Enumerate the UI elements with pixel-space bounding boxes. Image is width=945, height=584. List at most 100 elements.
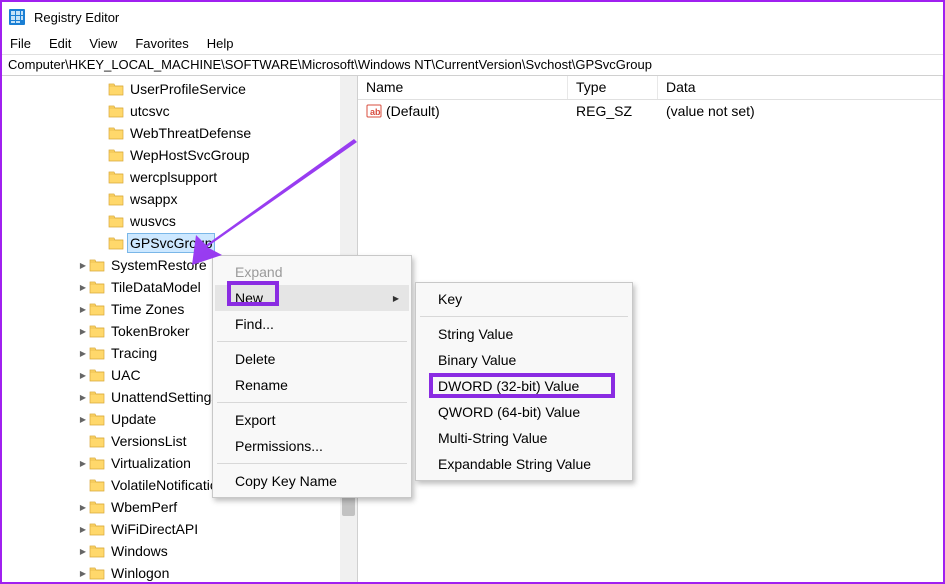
menu-separator [217,341,407,342]
address-bar[interactable]: Computer\HKEY_LOCAL_MACHINE\SOFTWARE\Mic… [2,54,943,76]
tree-item[interactable]: WebThreatDefense [2,122,357,144]
expander-icon[interactable]: ▶ [77,503,89,512]
folder-icon [89,500,105,514]
titlebar: Registry Editor [2,2,943,32]
tree-item-label: WepHostSvcGroup [128,146,252,164]
folder-icon [89,566,105,580]
folder-icon [108,214,124,228]
tree-item-label: UnattendSettings [109,388,220,406]
menu-item-copy-key-name[interactable]: Copy Key Name [215,468,409,494]
context-menu[interactable]: ExpandNew▶Find... DeleteRename ExportPermi… [212,255,412,498]
tree-item-label: Virtualization [109,454,193,472]
expander-icon[interactable]: ▶ [77,327,89,336]
tree-item-label: VersionsList [109,432,188,450]
column-data[interactable]: Data [658,76,943,99]
column-type[interactable]: Type [568,76,658,99]
tree-item[interactable]: ▶ Windows [2,540,357,562]
folder-icon [108,236,124,250]
chevron-right-icon: ▶ [393,294,399,303]
folder-icon [108,192,124,206]
submenu-item-multi-string-value[interactable]: Multi-String Value [418,425,630,451]
folder-icon [108,82,124,96]
menu-item-permissions[interactable]: Permissions... [215,433,409,459]
expander-icon[interactable]: ▶ [77,415,89,424]
menu-item-delete[interactable]: Delete [215,346,409,372]
tree-item[interactable]: ▶ WiFiDirectAPI [2,518,357,540]
tree-item[interactable]: wercplsupport [2,166,357,188]
menu-item-rename[interactable]: Rename [215,372,409,398]
menu-item-new[interactable]: New▶ [215,285,409,311]
tree-item-label: Time Zones [109,300,186,318]
submenu-item-string-value[interactable]: String Value [418,321,630,347]
tree-item-label: WiFiDirectAPI [109,520,200,538]
folder-icon [89,258,105,272]
string-value-icon: ab [366,103,382,119]
folder-icon [89,390,105,404]
folder-icon [89,478,105,492]
expander-icon[interactable]: ▶ [77,305,89,314]
menu-item-export[interactable]: Export [215,407,409,433]
expander-icon[interactable]: ▶ [77,569,89,578]
tree-item-label: SystemRestore [109,256,209,274]
tree-item[interactable]: ▶ Winlogon [2,562,357,582]
list-header: Name Type Data [358,76,943,100]
window-title: Registry Editor [34,10,119,25]
folder-icon [108,148,124,162]
menu-file[interactable]: File [6,34,43,53]
tree-item-label: GPSvcGroup [128,234,214,252]
tree-item[interactable]: UserProfileService [2,78,357,100]
expander-icon[interactable]: ▶ [77,547,89,556]
tree-item-label: TileDataModel [109,278,203,296]
submenu-item-qword-64-bit-value[interactable]: QWORD (64-bit) Value [418,399,630,425]
menu-item-find[interactable]: Find... [215,311,409,337]
value-name: (Default) [386,103,440,119]
folder-icon [108,104,124,118]
menu-favorites[interactable]: Favorites [129,34,200,53]
expander-icon[interactable]: ▶ [77,393,89,402]
tree-item[interactable]: ▶ WbemPerf [2,496,357,518]
folder-icon [89,544,105,558]
tree-item-label: UAC [109,366,143,384]
menubar: File Edit View Favorites Help [2,32,943,54]
menu-view[interactable]: View [83,34,129,53]
folder-icon [89,456,105,470]
menu-separator [420,316,628,317]
tree-item[interactable]: wusvcs [2,210,357,232]
expander-icon[interactable]: ▶ [77,371,89,380]
regedit-app-icon [8,8,26,26]
column-name[interactable]: Name [358,76,568,99]
tree-item-label: Winlogon [109,564,171,582]
value-data: (value not set) [658,103,943,119]
expander-icon[interactable]: ▶ [77,525,89,534]
folder-icon [89,412,105,426]
submenu-item-key[interactable]: Key [418,286,630,312]
menu-edit[interactable]: Edit [43,34,83,53]
tree-item-label: wusvcs [128,212,178,230]
folder-icon [89,324,105,338]
expander-icon[interactable]: ▶ [77,349,89,358]
expander-icon[interactable]: ▶ [77,459,89,468]
new-submenu[interactable]: Key String ValueBinary ValueDWORD (32-bit… [415,282,633,481]
expander-icon[interactable]: ▶ [77,283,89,292]
expander-icon[interactable]: ▶ [77,261,89,270]
tree-item-label: TokenBroker [109,322,192,340]
tree-item[interactable]: GPSvcGroup [2,232,357,254]
tree-item[interactable]: wsappx [2,188,357,210]
tree-item[interactable]: WepHostSvcGroup [2,144,357,166]
value-row[interactable]: ab (Default) REG_SZ (value not set) [358,100,943,122]
tree-item[interactable]: utcsvc [2,100,357,122]
tree-item-label: UserProfileService [128,80,248,98]
folder-icon [89,368,105,382]
tree-item-label: WbemPerf [109,498,179,516]
submenu-item-expandable-string-value[interactable]: Expandable String Value [418,451,630,477]
folder-icon [108,126,124,140]
submenu-item-dword-32-bit-value[interactable]: DWORD (32-bit) Value [418,373,630,399]
tree-item-label: Windows [109,542,170,560]
folder-icon [89,302,105,316]
tree-item-label: wsappx [128,190,179,208]
menu-item-expand: Expand [215,259,409,285]
submenu-item-binary-value[interactable]: Binary Value [418,347,630,373]
menu-help[interactable]: Help [201,34,246,53]
tree-item-label: utcsvc [128,102,172,120]
menu-separator [217,402,407,403]
